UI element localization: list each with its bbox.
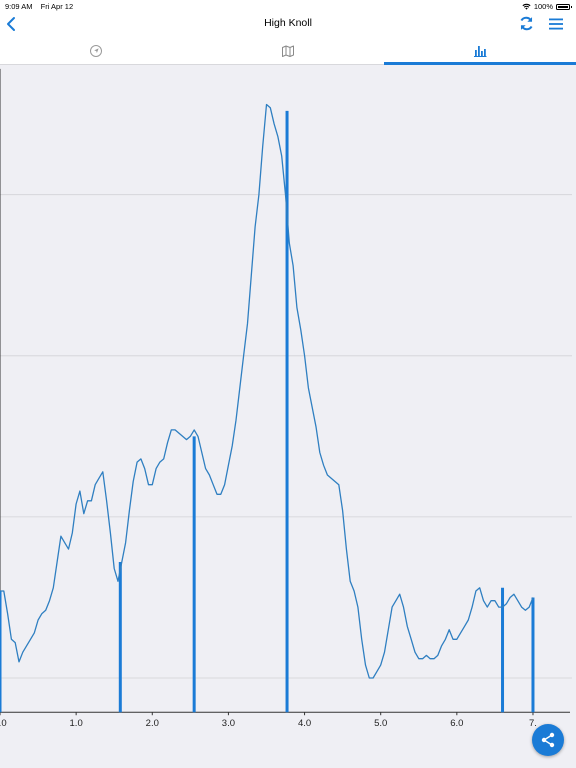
x-tick-label: 5.0 — [374, 718, 387, 729]
elevation-line — [0, 103, 534, 679]
tab-compass[interactable] — [0, 38, 192, 64]
bar-chart-icon — [474, 46, 487, 57]
battery-icon — [556, 3, 572, 10]
page-title: High Knoll — [264, 17, 312, 29]
map-icon — [282, 45, 294, 57]
x-tick-label: 2.0 — [146, 718, 159, 729]
status-date: Fri Apr 12 — [40, 2, 74, 11]
x-tick-label: 4.0 — [298, 718, 311, 729]
x-tick-label: 1.0 — [70, 718, 83, 729]
share-button[interactable] — [532, 724, 564, 756]
tab-bar — [0, 38, 576, 65]
status-bar: 9:09 AM Fri Apr 12 100% — [0, 0, 576, 12]
x-tick-label: 6.0 — [450, 718, 463, 729]
wifi-icon — [522, 3, 531, 10]
refresh-icon[interactable] — [518, 15, 535, 32]
x-tick-label: 7. — [529, 718, 537, 729]
hamburger-menu-icon[interactable] — [548, 17, 564, 31]
compass-arrow-icon — [90, 45, 102, 57]
tab-elevation-chart[interactable] — [384, 38, 576, 65]
status-time: 9:09 AM — [5, 2, 33, 11]
navigation-bar: High Knoll — [0, 12, 576, 38]
elevation-chart: 0204060801001201401601800.01.02.03.04.05… — [0, 68, 572, 729]
battery-percent: 100% — [533, 2, 553, 11]
x-tick-label: 3.0 — [222, 718, 235, 729]
x-tick-label: 0.0 — [0, 718, 7, 729]
share-icon — [541, 732, 555, 748]
tab-map[interactable] — [192, 38, 384, 64]
